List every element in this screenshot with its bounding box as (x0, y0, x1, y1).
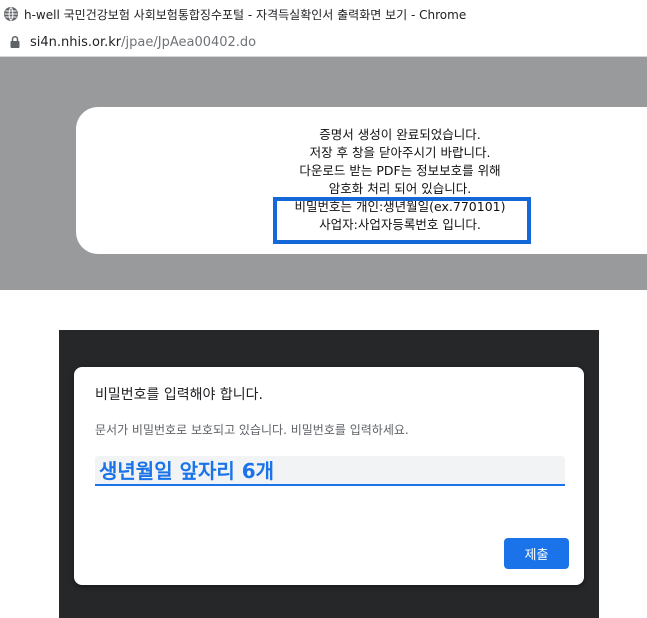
password-dialog: 비밀번호를 입력해야 합니다. 문서가 비밀번호로 보호되고 있습니다. 비밀번… (74, 367, 584, 585)
lock-icon[interactable] (8, 35, 22, 49)
pdf-viewer-background: 비밀번호를 입력해야 합니다. 문서가 비밀번호로 보호되고 있습니다. 비밀번… (59, 330, 599, 618)
address-bar[interactable]: si4n.nhis.or.kr/jpae/JpAea00402.do (0, 28, 647, 57)
notice-line: 저장 후 창을 닫아주시기 바랍니다. (309, 145, 491, 160)
password-hint-highlight (273, 197, 531, 244)
dialog-description: 문서가 비밀번호로 보호되고 있습니다. 비밀번호를 입력하세요. (95, 423, 409, 437)
notice-line: 증명서 생성이 완료되었습니다. (319, 127, 481, 142)
url-path[interactable]: /jpae/JpAea00402.do (121, 35, 256, 50)
submit-button[interactable]: 제출 (504, 538, 569, 569)
dialog-title: 비밀번호를 입력해야 합니다. (95, 387, 263, 403)
url-host[interactable]: si4n.nhis.or.kr (30, 35, 121, 50)
globe-icon (3, 6, 19, 22)
notice-card: 증명서 생성이 완료되었습니다. 저장 후 창을 닫아주시기 바랍니다. 다운로… (76, 107, 647, 254)
page-content: 증명서 생성이 완료되었습니다. 저장 후 창을 닫아주시기 바랍니다. 다운로… (0, 57, 647, 290)
notice-line: 다운로드 받는 PDF는 정보보호를 위해 (299, 163, 501, 178)
window-titlebar: h-well 국민건강보험 사회보험통합징수포털 - 자격득실확인서 출력화면 … (0, 0, 647, 28)
notice-line: 암호화 처리 되어 있습니다. (328, 181, 472, 196)
window-title: h-well 국민건강보험 사회보험통합징수포털 - 자격득실확인서 출력화면 … (24, 7, 467, 22)
password-input[interactable]: 생년월일 앞자리 6개 (95, 456, 565, 486)
